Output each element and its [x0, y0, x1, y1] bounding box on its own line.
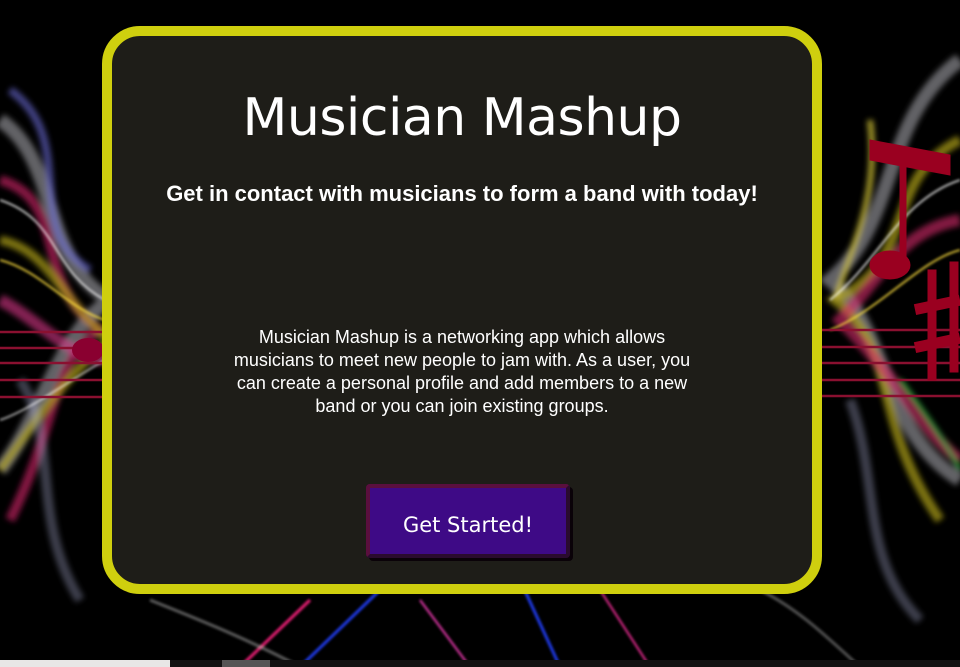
bottom-strip-segment: [0, 660, 170, 667]
bottom-strip-segment: [222, 660, 270, 667]
page-title: Musician Mashup: [242, 88, 683, 148]
app-description: Musician Mashup is a networking app whic…: [233, 327, 691, 416]
bottom-strip: [0, 660, 960, 667]
hero-card: Musician Mashup Get in contact with musi…: [102, 26, 822, 594]
get-started-button[interactable]: Get Started!: [366, 484, 570, 558]
tagline: Get in contact with musicians to form a …: [166, 181, 758, 206]
